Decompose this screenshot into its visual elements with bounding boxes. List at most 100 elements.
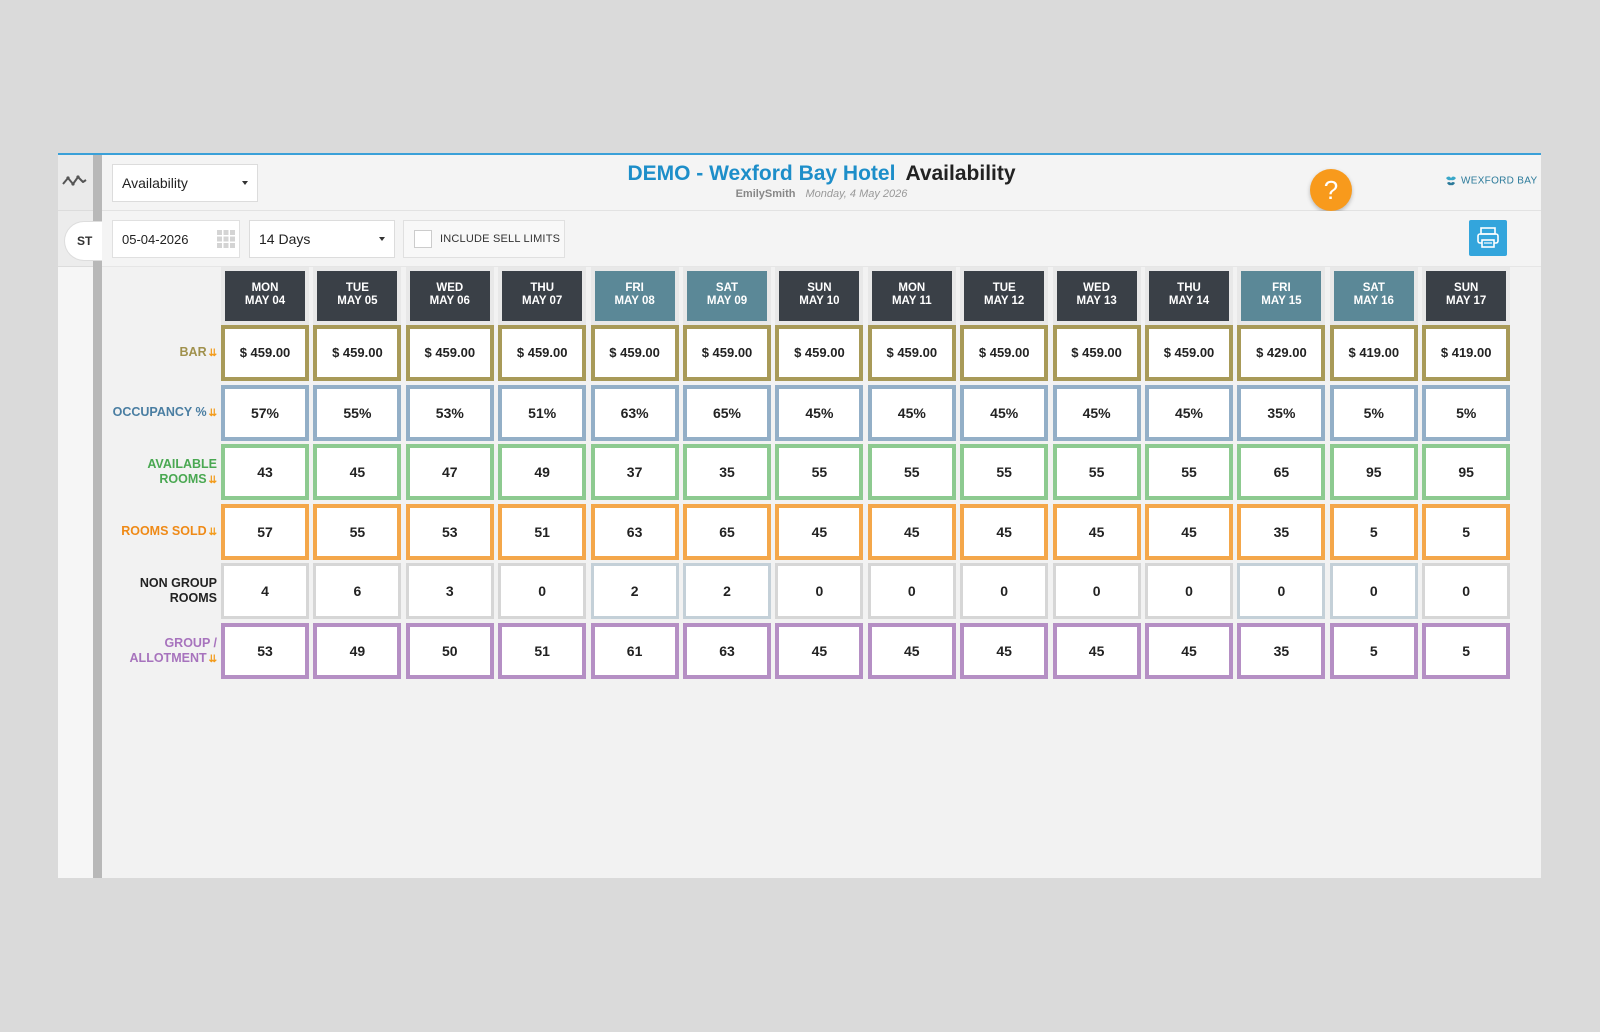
cell-available[interactable]: 55 xyxy=(1052,444,1141,500)
chevrons-down-icon[interactable]: ⇊ xyxy=(209,527,217,538)
cell-occupancy[interactable]: 5% xyxy=(1422,384,1511,441)
cell-available[interactable]: 95 xyxy=(1329,444,1418,500)
cell-occupancy[interactable]: 45% xyxy=(1145,384,1233,441)
day-header[interactable]: FRI MAY 15 xyxy=(1237,267,1326,325)
cell-sold[interactable]: 65 xyxy=(683,503,771,560)
status-tab[interactable]: ST xyxy=(64,221,104,261)
cell-group[interactable]: 5 xyxy=(1329,622,1418,679)
cell-sold[interactable]: 5 xyxy=(1422,503,1511,560)
row-label-occupancy[interactable]: OCCUPANCY % ⇊ xyxy=(102,405,219,421)
cell-sold[interactable]: 45 xyxy=(960,503,1049,560)
cell-sold[interactable]: 35 xyxy=(1237,503,1326,560)
day-header[interactable]: SUN MAY 17 xyxy=(1422,267,1511,325)
chevrons-down-icon[interactable]: ⇊ xyxy=(209,475,217,486)
cell-bar[interactable]: $ 459.00 xyxy=(221,325,309,381)
cell-bar[interactable]: $ 419.00 xyxy=(1329,325,1418,381)
cell-sold[interactable]: 45 xyxy=(775,503,864,560)
cell-occupancy[interactable]: 45% xyxy=(867,384,956,441)
cell-non_group[interactable]: 0 xyxy=(1422,563,1511,619)
cell-group[interactable]: 35 xyxy=(1237,622,1326,679)
cell-bar[interactable]: $ 459.00 xyxy=(1052,325,1141,381)
day-header[interactable]: TUE MAY 12 xyxy=(960,267,1049,325)
cell-non_group[interactable]: 0 xyxy=(775,563,864,619)
cell-sold[interactable]: 55 xyxy=(313,503,402,560)
day-header[interactable]: THU MAY 14 xyxy=(1145,267,1233,325)
cell-sold[interactable]: 45 xyxy=(1145,503,1233,560)
cell-group[interactable]: 63 xyxy=(683,622,771,679)
sidebar-resize-handle[interactable] xyxy=(93,155,102,878)
cell-bar[interactable]: $ 459.00 xyxy=(590,325,679,381)
cell-occupancy[interactable]: 65% xyxy=(683,384,771,441)
cell-bar[interactable]: $ 459.00 xyxy=(498,325,587,381)
cell-non_group[interactable]: 2 xyxy=(683,563,771,619)
cell-group[interactable]: 45 xyxy=(775,622,864,679)
cell-available[interactable]: 55 xyxy=(867,444,956,500)
cell-available[interactable]: 45 xyxy=(313,444,402,500)
row-label-sold[interactable]: ROOMS SOLD ⇊ xyxy=(102,524,219,540)
cell-non_group[interactable]: 4 xyxy=(221,563,309,619)
cell-available[interactable]: 37 xyxy=(590,444,679,500)
chevrons-down-icon[interactable]: ⇊ xyxy=(209,348,217,359)
cell-group[interactable]: 53 xyxy=(221,622,309,679)
cell-non_group[interactable]: 0 xyxy=(960,563,1049,619)
cell-non_group[interactable]: 0 xyxy=(1052,563,1141,619)
cell-occupancy[interactable]: 45% xyxy=(775,384,864,441)
cell-occupancy[interactable]: 51% xyxy=(498,384,587,441)
day-header[interactable]: FRI MAY 08 xyxy=(590,267,679,325)
cell-non_group[interactable]: 2 xyxy=(590,563,679,619)
calendar-icon[interactable] xyxy=(216,229,236,249)
cell-sold[interactable]: 51 xyxy=(498,503,587,560)
cell-sold[interactable]: 5 xyxy=(1329,503,1418,560)
cell-non_group[interactable]: 0 xyxy=(1237,563,1326,619)
row-label-available[interactable]: AVAILABLE ROOMS ⇊ xyxy=(102,457,219,488)
day-header[interactable]: WED MAY 13 xyxy=(1052,267,1141,325)
cell-available[interactable]: 35 xyxy=(683,444,771,500)
cell-occupancy[interactable]: 45% xyxy=(1052,384,1141,441)
cell-occupancy[interactable]: 45% xyxy=(960,384,1049,441)
cell-occupancy[interactable]: 57% xyxy=(221,384,309,441)
cell-available[interactable]: 49 xyxy=(498,444,587,500)
cell-bar[interactable]: $ 429.00 xyxy=(1237,325,1326,381)
cell-occupancy[interactable]: 35% xyxy=(1237,384,1326,441)
cell-non_group[interactable]: 0 xyxy=(498,563,587,619)
cell-non_group[interactable]: 0 xyxy=(1329,563,1418,619)
cell-non_group[interactable]: 3 xyxy=(405,563,494,619)
day-header[interactable]: MON MAY 04 xyxy=(221,267,309,325)
day-header[interactable]: WED MAY 06 xyxy=(405,267,494,325)
cell-group[interactable]: 45 xyxy=(1145,622,1233,679)
cell-group[interactable]: 50 xyxy=(405,622,494,679)
row-label-bar[interactable]: BAR ⇊ xyxy=(102,345,219,361)
chevrons-down-icon[interactable]: ⇊ xyxy=(209,654,217,665)
help-button[interactable]: ? xyxy=(1310,169,1352,211)
cell-group[interactable]: 61 xyxy=(590,622,679,679)
cell-bar[interactable]: $ 419.00 xyxy=(1422,325,1511,381)
day-header[interactable]: SAT MAY 09 xyxy=(683,267,771,325)
cell-group[interactable]: 49 xyxy=(313,622,402,679)
cell-sold[interactable]: 45 xyxy=(1052,503,1141,560)
cell-available[interactable]: 95 xyxy=(1422,444,1511,500)
cell-occupancy[interactable]: 63% xyxy=(590,384,679,441)
cell-available[interactable]: 47 xyxy=(405,444,494,500)
cell-available[interactable]: 55 xyxy=(960,444,1049,500)
cell-sold[interactable]: 45 xyxy=(867,503,956,560)
cell-occupancy[interactable]: 55% xyxy=(313,384,402,441)
cell-available[interactable]: 55 xyxy=(1145,444,1233,500)
cell-sold[interactable]: 63 xyxy=(590,503,679,560)
print-button[interactable] xyxy=(1469,220,1507,256)
trend-nav-button[interactable] xyxy=(58,155,93,211)
day-header[interactable]: TUE MAY 05 xyxy=(313,267,402,325)
cell-bar[interactable]: $ 459.00 xyxy=(313,325,402,381)
cell-sold[interactable]: 53 xyxy=(405,503,494,560)
cell-bar[interactable]: $ 459.00 xyxy=(960,325,1049,381)
cell-occupancy[interactable]: 5% xyxy=(1329,384,1418,441)
cell-bar[interactable]: $ 459.00 xyxy=(683,325,771,381)
cell-occupancy[interactable]: 53% xyxy=(405,384,494,441)
cell-group[interactable]: 5 xyxy=(1422,622,1511,679)
cell-bar[interactable]: $ 459.00 xyxy=(405,325,494,381)
day-header[interactable]: SAT MAY 16 xyxy=(1329,267,1418,325)
cell-bar[interactable]: $ 459.00 xyxy=(867,325,956,381)
cell-available[interactable]: 55 xyxy=(775,444,864,500)
day-range-select[interactable]: 14 Days xyxy=(249,220,395,258)
day-header[interactable]: SUN MAY 10 xyxy=(775,267,864,325)
day-header[interactable]: THU MAY 07 xyxy=(498,267,587,325)
